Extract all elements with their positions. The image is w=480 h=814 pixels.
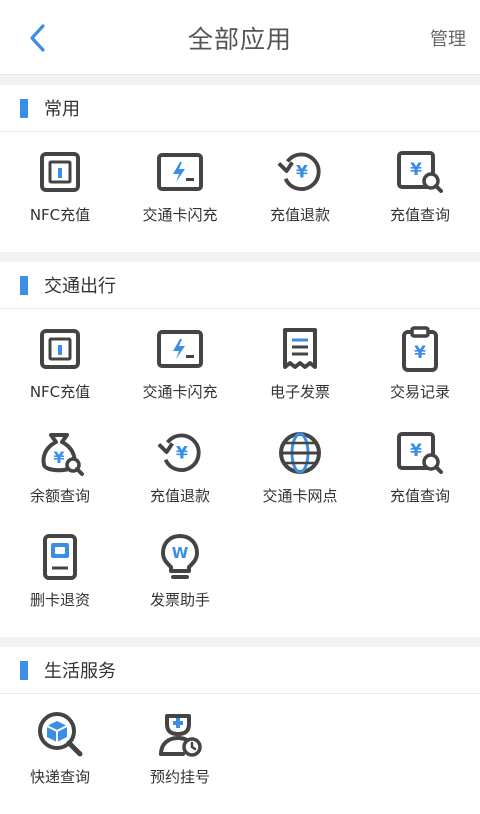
section-transport: 交通出行 NFC充值 交通卡闪充 电子发票 ¥ 交易记录 ¥ 余额查询 ¥ 充值… — [0, 262, 480, 637]
app-flash-recharge[interactable]: 交通卡闪充 — [120, 142, 240, 246]
app-recharge-query[interactable]: ¥ 充值查询 — [360, 142, 480, 246]
refund-icon: ¥ — [276, 148, 324, 196]
svg-text:¥: ¥ — [296, 163, 308, 183]
app-label: 电子发票 — [269, 383, 330, 401]
app-label: 预约挂号 — [149, 768, 210, 786]
svg-text:¥: ¥ — [414, 343, 426, 363]
app-label: 交易记录 — [389, 383, 450, 401]
app-e-invoice[interactable]: 电子发票 — [240, 319, 360, 423]
app-label: 交通卡闪充 — [142, 206, 218, 224]
flash-card-icon — [156, 148, 204, 196]
app-transactions[interactable]: ¥ 交易记录 — [360, 319, 480, 423]
section-marker — [20, 660, 28, 680]
app-label: 快递查询 — [29, 768, 90, 786]
app-refund[interactable]: ¥ 充值退款 — [240, 142, 360, 246]
svg-text:¥: ¥ — [53, 448, 64, 467]
doctor-clock-icon — [156, 710, 204, 758]
app-refund[interactable]: ¥ 充值退款 — [120, 423, 240, 527]
app-nfc-recharge[interactable]: NFC充值 — [0, 319, 120, 423]
app-label: 交通卡闪充 — [142, 383, 218, 401]
section-title: 生活服务 — [44, 661, 116, 682]
section-title: 常用 — [44, 99, 80, 120]
app-label: 充值查询 — [389, 487, 450, 505]
section-marker — [20, 275, 28, 295]
app-label: 发票助手 — [149, 591, 210, 609]
recharge-query-icon: ¥ — [396, 429, 444, 477]
card-device-icon — [36, 533, 84, 581]
page-title: 全部应用 — [187, 25, 292, 54]
section-life-services: 生活服务 快递查询 预约挂号 — [0, 647, 480, 814]
manage-button[interactable]: 管理 — [430, 25, 466, 51]
app-appointment[interactable]: 预约挂号 — [120, 704, 240, 808]
app-balance-query[interactable]: ¥ 余额查询 — [0, 423, 120, 527]
section-title: 交通出行 — [44, 276, 116, 297]
app-express-query[interactable]: 快递查询 — [0, 704, 120, 808]
receipt-icon — [276, 325, 324, 373]
svg-text:W: W — [172, 544, 189, 562]
app-label: NFC充值 — [29, 383, 91, 401]
app-label: 充值退款 — [149, 487, 210, 505]
clipboard-yen-icon: ¥ — [396, 325, 444, 373]
app-label: 充值退款 — [269, 206, 330, 224]
recharge-query-icon: ¥ — [396, 148, 444, 196]
money-bag-icon: ¥ — [36, 429, 84, 477]
app-service-points[interactable]: 交通卡网点 — [240, 423, 360, 527]
app-nfc-recharge[interactable]: NFC充值 — [0, 142, 120, 246]
top-bar: 全部应用 管理 — [0, 0, 480, 75]
app-label: 余额查询 — [29, 487, 90, 505]
svg-text:¥: ¥ — [410, 160, 422, 180]
globe-icon — [276, 429, 324, 477]
app-label: NFC充值 — [29, 206, 91, 224]
app-invoice-helper[interactable]: W 发票助手 — [120, 527, 240, 631]
app-flash-recharge[interactable]: 交通卡闪充 — [120, 319, 240, 423]
flash-card-icon — [156, 325, 204, 373]
svg-text:¥: ¥ — [410, 441, 422, 461]
package-search-icon — [36, 710, 84, 758]
section-marker — [20, 98, 28, 118]
svg-text:¥: ¥ — [176, 444, 188, 464]
section-common: 常用 NFC充值 交通卡闪充 ¥ 充值退款 ¥ 充值查询 — [0, 85, 480, 252]
app-label: 交通卡网点 — [262, 487, 338, 505]
lightbulb-icon: W — [156, 533, 204, 581]
nfc-icon — [36, 325, 84, 373]
app-label: 充值查询 — [389, 206, 450, 224]
app-recharge-query[interactable]: ¥ 充值查询 — [360, 423, 480, 527]
app-label: 删卡退资 — [29, 591, 90, 609]
nfc-icon — [36, 148, 84, 196]
refund-icon: ¥ — [156, 429, 204, 477]
app-delete-card[interactable]: 删卡退资 — [0, 527, 120, 631]
